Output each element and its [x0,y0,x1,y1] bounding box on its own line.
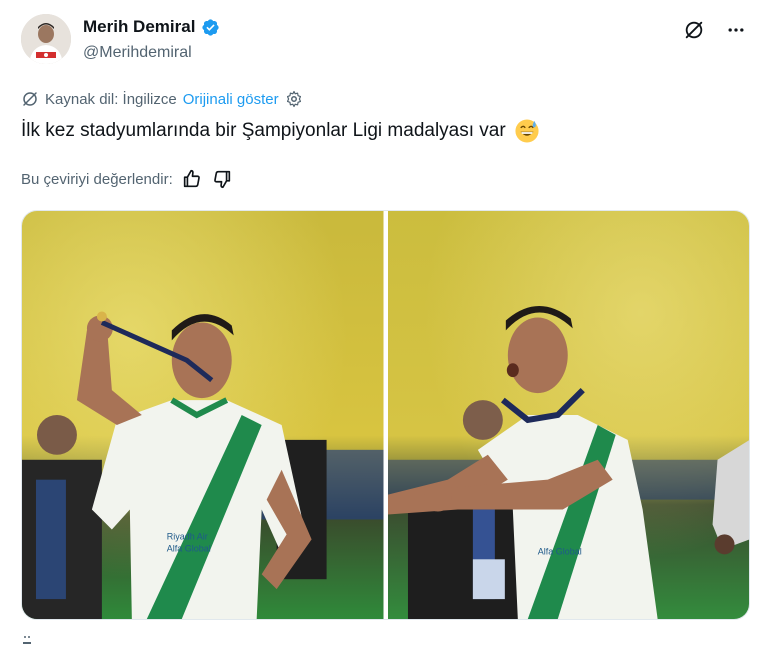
gear-icon[interactable] [285,90,303,108]
author-handle[interactable]: @Merihdemiral [83,44,192,62]
translate-icon [23,92,37,106]
tweet-body: İlk kez stadyumlarında bir Şampiyonlar L… [21,120,506,141]
photo-player-celebrating-with-medal[interactable]: Alfa Global [387,211,749,619]
source-language-label: Kaynak dil: İngilizce [45,90,177,108]
more-dots-icon[interactable] [724,18,748,42]
tweet-text: İlk kez stadyumlarında bir Şampiyonlar L… [21,118,540,144]
thumbs-up-icon[interactable] [181,168,203,190]
rate-translation-row: Bu çeviriyi değerlendir: [21,168,233,190]
author-name-row[interactable]: Merih Demiral [83,17,220,37]
sponsor-text-3: Alfa Global [537,546,581,556]
show-original-link[interactable]: Orijinali göster [183,91,279,108]
avatar[interactable] [21,14,71,64]
tweet-media-grid: Riyadh Air Alfa Global Alfa Global [21,210,750,620]
rate-translation-label: Bu çeviriyi değerlendir: [21,170,173,188]
verified-badge-icon [202,18,220,36]
thumbs-down-icon[interactable] [211,168,233,190]
tweet-top-actions [682,18,748,42]
grok-slash-icon[interactable] [682,18,706,42]
footer-icon [23,636,31,644]
translation-info-row: Kaynak dil: İngilizce Orijinali göster [21,90,303,108]
author-display-name[interactable]: Merih Demiral [83,17,195,37]
tweet-card: Merih Demiral @Merihdemiral Kaynak dil: … [0,0,770,646]
sponsor-text-2: Alfa Global [167,543,211,553]
sponsor-text-1: Riyadh Air [167,531,208,541]
photo-player-biting-medal[interactable]: Riyadh Air Alfa Global [22,211,384,619]
grinning-sweat-emoji [515,119,539,143]
